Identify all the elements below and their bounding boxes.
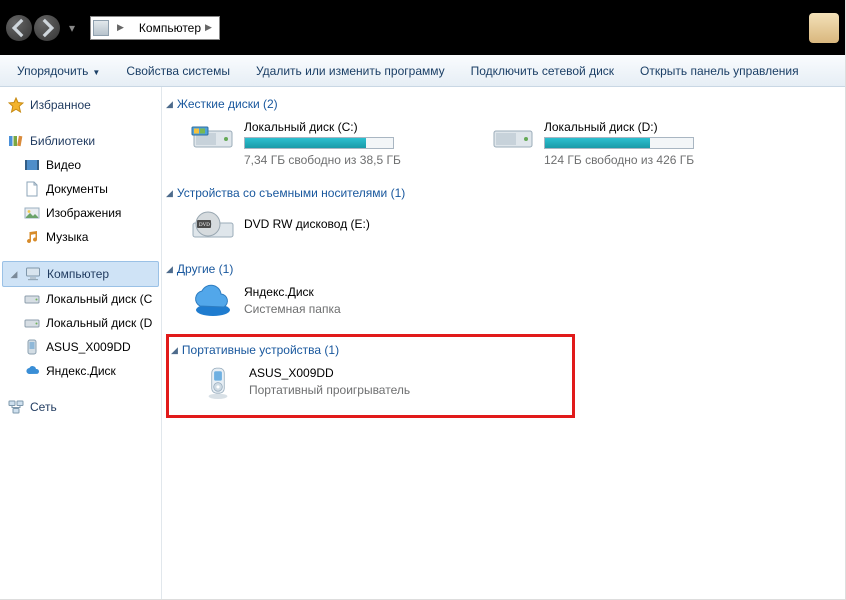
navigation-pane: Избранное Библиотеки Видео Документы Изо… <box>0 87 162 599</box>
item-name: Яндекс.Диск <box>244 284 341 300</box>
drive-icon <box>24 315 40 331</box>
address-chevron-root[interactable]: ▶ <box>109 17 131 39</box>
dvd-drive[interactable]: DVD DVD RW дисковод (E:) <box>190 208 450 244</box>
hard-drive-icon <box>190 119 236 155</box>
section-header[interactable]: ◢Устройства со съемными носителями (1) <box>166 182 835 204</box>
computer-address-icon <box>93 20 109 36</box>
drive-info: 7,34 ГБ свободно из 38,5 ГБ <box>244 152 401 168</box>
capacity-bar <box>244 137 394 149</box>
yandex-disk[interactable]: Яндекс.Диск Системная папка <box>190 284 450 320</box>
sidebar-item-documents[interactable]: Документы <box>2 177 159 201</box>
music-icon <box>24 229 40 245</box>
item-name: ASUS_X009DD <box>249 365 410 381</box>
open-control-panel-button[interactable]: Открыть панель управления <box>629 59 810 83</box>
section-title: Другие (1) <box>177 262 233 276</box>
portable-device-icon <box>195 365 241 401</box>
device-icon <box>24 339 40 355</box>
section-other: ◢Другие (1) Яндекс.Диск Системная папка <box>166 258 835 324</box>
section-removable: ◢Устройства со съемными носителями (1) D… <box>166 182 835 248</box>
svg-text:DVD: DVD <box>199 223 210 228</box>
sidebar-label: Избранное <box>30 98 91 112</box>
cloud-icon <box>24 363 40 379</box>
sidebar-item-network[interactable]: Сеть <box>2 395 159 419</box>
organize-menu[interactable]: Упорядочить▼ <box>6 59 111 83</box>
item-sub: Системная папка <box>244 301 341 317</box>
item-sub: Портативный проигрыватель <box>249 382 410 398</box>
sidebar-item-drive-c[interactable]: Локальный диск (C <box>2 287 159 311</box>
sidebar-item-asus[interactable]: ASUS_X009DD <box>2 335 159 359</box>
video-icon <box>24 157 40 173</box>
address-segment-computer[interactable]: Компьютер▶ <box>131 17 219 39</box>
titlebar: ▾ ▶ Компьютер▶ <box>0 0 845 55</box>
sidebar-label: Документы <box>46 182 108 196</box>
drive-name: DVD RW дисковод (E:) <box>244 208 370 232</box>
sidebar-item-music[interactable]: Музыка <box>2 225 159 249</box>
documents-icon <box>24 181 40 197</box>
sidebar-label: Сеть <box>30 400 57 414</box>
computer-icon <box>25 266 41 282</box>
drive-name: Локальный диск (D:) <box>544 119 694 135</box>
section-header[interactable]: ◢Жесткие диски (2) <box>166 93 835 115</box>
sidebar-label: Видео <box>46 158 81 172</box>
portable-device[interactable]: ASUS_X009DD Портативный проигрыватель <box>195 365 455 401</box>
drive-d[interactable]: Локальный диск (D:) 124 ГБ свободно из 4… <box>490 119 750 168</box>
section-title: Устройства со съемными носителями (1) <box>177 186 405 200</box>
address-label: Компьютер <box>139 21 201 35</box>
sidebar-label: ASUS_X009DD <box>46 340 131 354</box>
expand-arrow-icon: ◢ <box>9 269 19 280</box>
network-icon <box>8 399 24 415</box>
sidebar-label: Яндекс.Диск <box>46 364 116 378</box>
images-icon <box>24 205 40 221</box>
hard-drive-icon <box>490 119 536 155</box>
drive-name: Локальный диск (C:) <box>244 119 401 135</box>
section-hard-drives: ◢Жесткие диски (2) Локальный диск (C:) 7… <box>166 93 835 172</box>
dvd-drive-icon: DVD <box>190 208 236 244</box>
section-header[interactable]: ◢Портативные устройства (1) <box>171 339 566 361</box>
content-pane: ◢Жесткие диски (2) Локальный диск (C:) 7… <box>162 87 845 599</box>
sidebar-item-favorites[interactable]: Избранное <box>2 93 159 117</box>
section-portable-highlight: ◢Портативные устройства (1) ASUS_X009DD … <box>166 334 575 418</box>
drive-info: 124 ГБ свободно из 426 ГБ <box>544 152 694 168</box>
toolbar: Упорядочить▼ Свойства системы Удалить ил… <box>0 55 845 87</box>
forward-button[interactable] <box>34 15 60 41</box>
sidebar-label: Музыка <box>46 230 88 244</box>
drive-c[interactable]: Локальный диск (C:) 7,34 ГБ свободно из … <box>190 119 450 168</box>
back-button[interactable] <box>6 15 32 41</box>
nav-buttons: ▾ <box>6 15 84 41</box>
sidebar-label: Компьютер <box>47 267 109 281</box>
capacity-bar <box>544 137 694 149</box>
address-bar[interactable]: ▶ Компьютер▶ <box>90 16 220 40</box>
section-title: Портативные устройства (1) <box>182 343 339 357</box>
libraries-icon <box>8 133 24 149</box>
yandex-disk-icon <box>190 284 236 320</box>
sidebar-label: Локальный диск (C <box>46 292 152 306</box>
sidebar-label: Изображения <box>46 206 121 220</box>
sidebar-item-libraries[interactable]: Библиотеки <box>2 129 159 153</box>
favorites-icon <box>8 97 24 113</box>
history-dropdown[interactable]: ▾ <box>62 18 82 38</box>
sidebar-label: Локальный диск (D <box>46 316 152 330</box>
taskbar-user-icon <box>809 13 839 43</box>
sidebar-item-images[interactable]: Изображения <box>2 201 159 225</box>
section-header[interactable]: ◢Другие (1) <box>166 258 835 280</box>
sidebar-item-video[interactable]: Видео <box>2 153 159 177</box>
drive-icon <box>24 291 40 307</box>
system-properties-button[interactable]: Свойства системы <box>115 59 241 83</box>
sidebar-label: Библиотеки <box>30 134 95 148</box>
map-drive-button[interactable]: Подключить сетевой диск <box>460 59 625 83</box>
sidebar-item-drive-d[interactable]: Локальный диск (D <box>2 311 159 335</box>
sidebar-item-computer[interactable]: ◢ Компьютер <box>2 261 159 287</box>
uninstall-program-button[interactable]: Удалить или изменить программу <box>245 59 456 83</box>
sidebar-item-yadisk[interactable]: Яндекс.Диск <box>2 359 159 383</box>
section-title: Жесткие диски (2) <box>177 97 278 111</box>
